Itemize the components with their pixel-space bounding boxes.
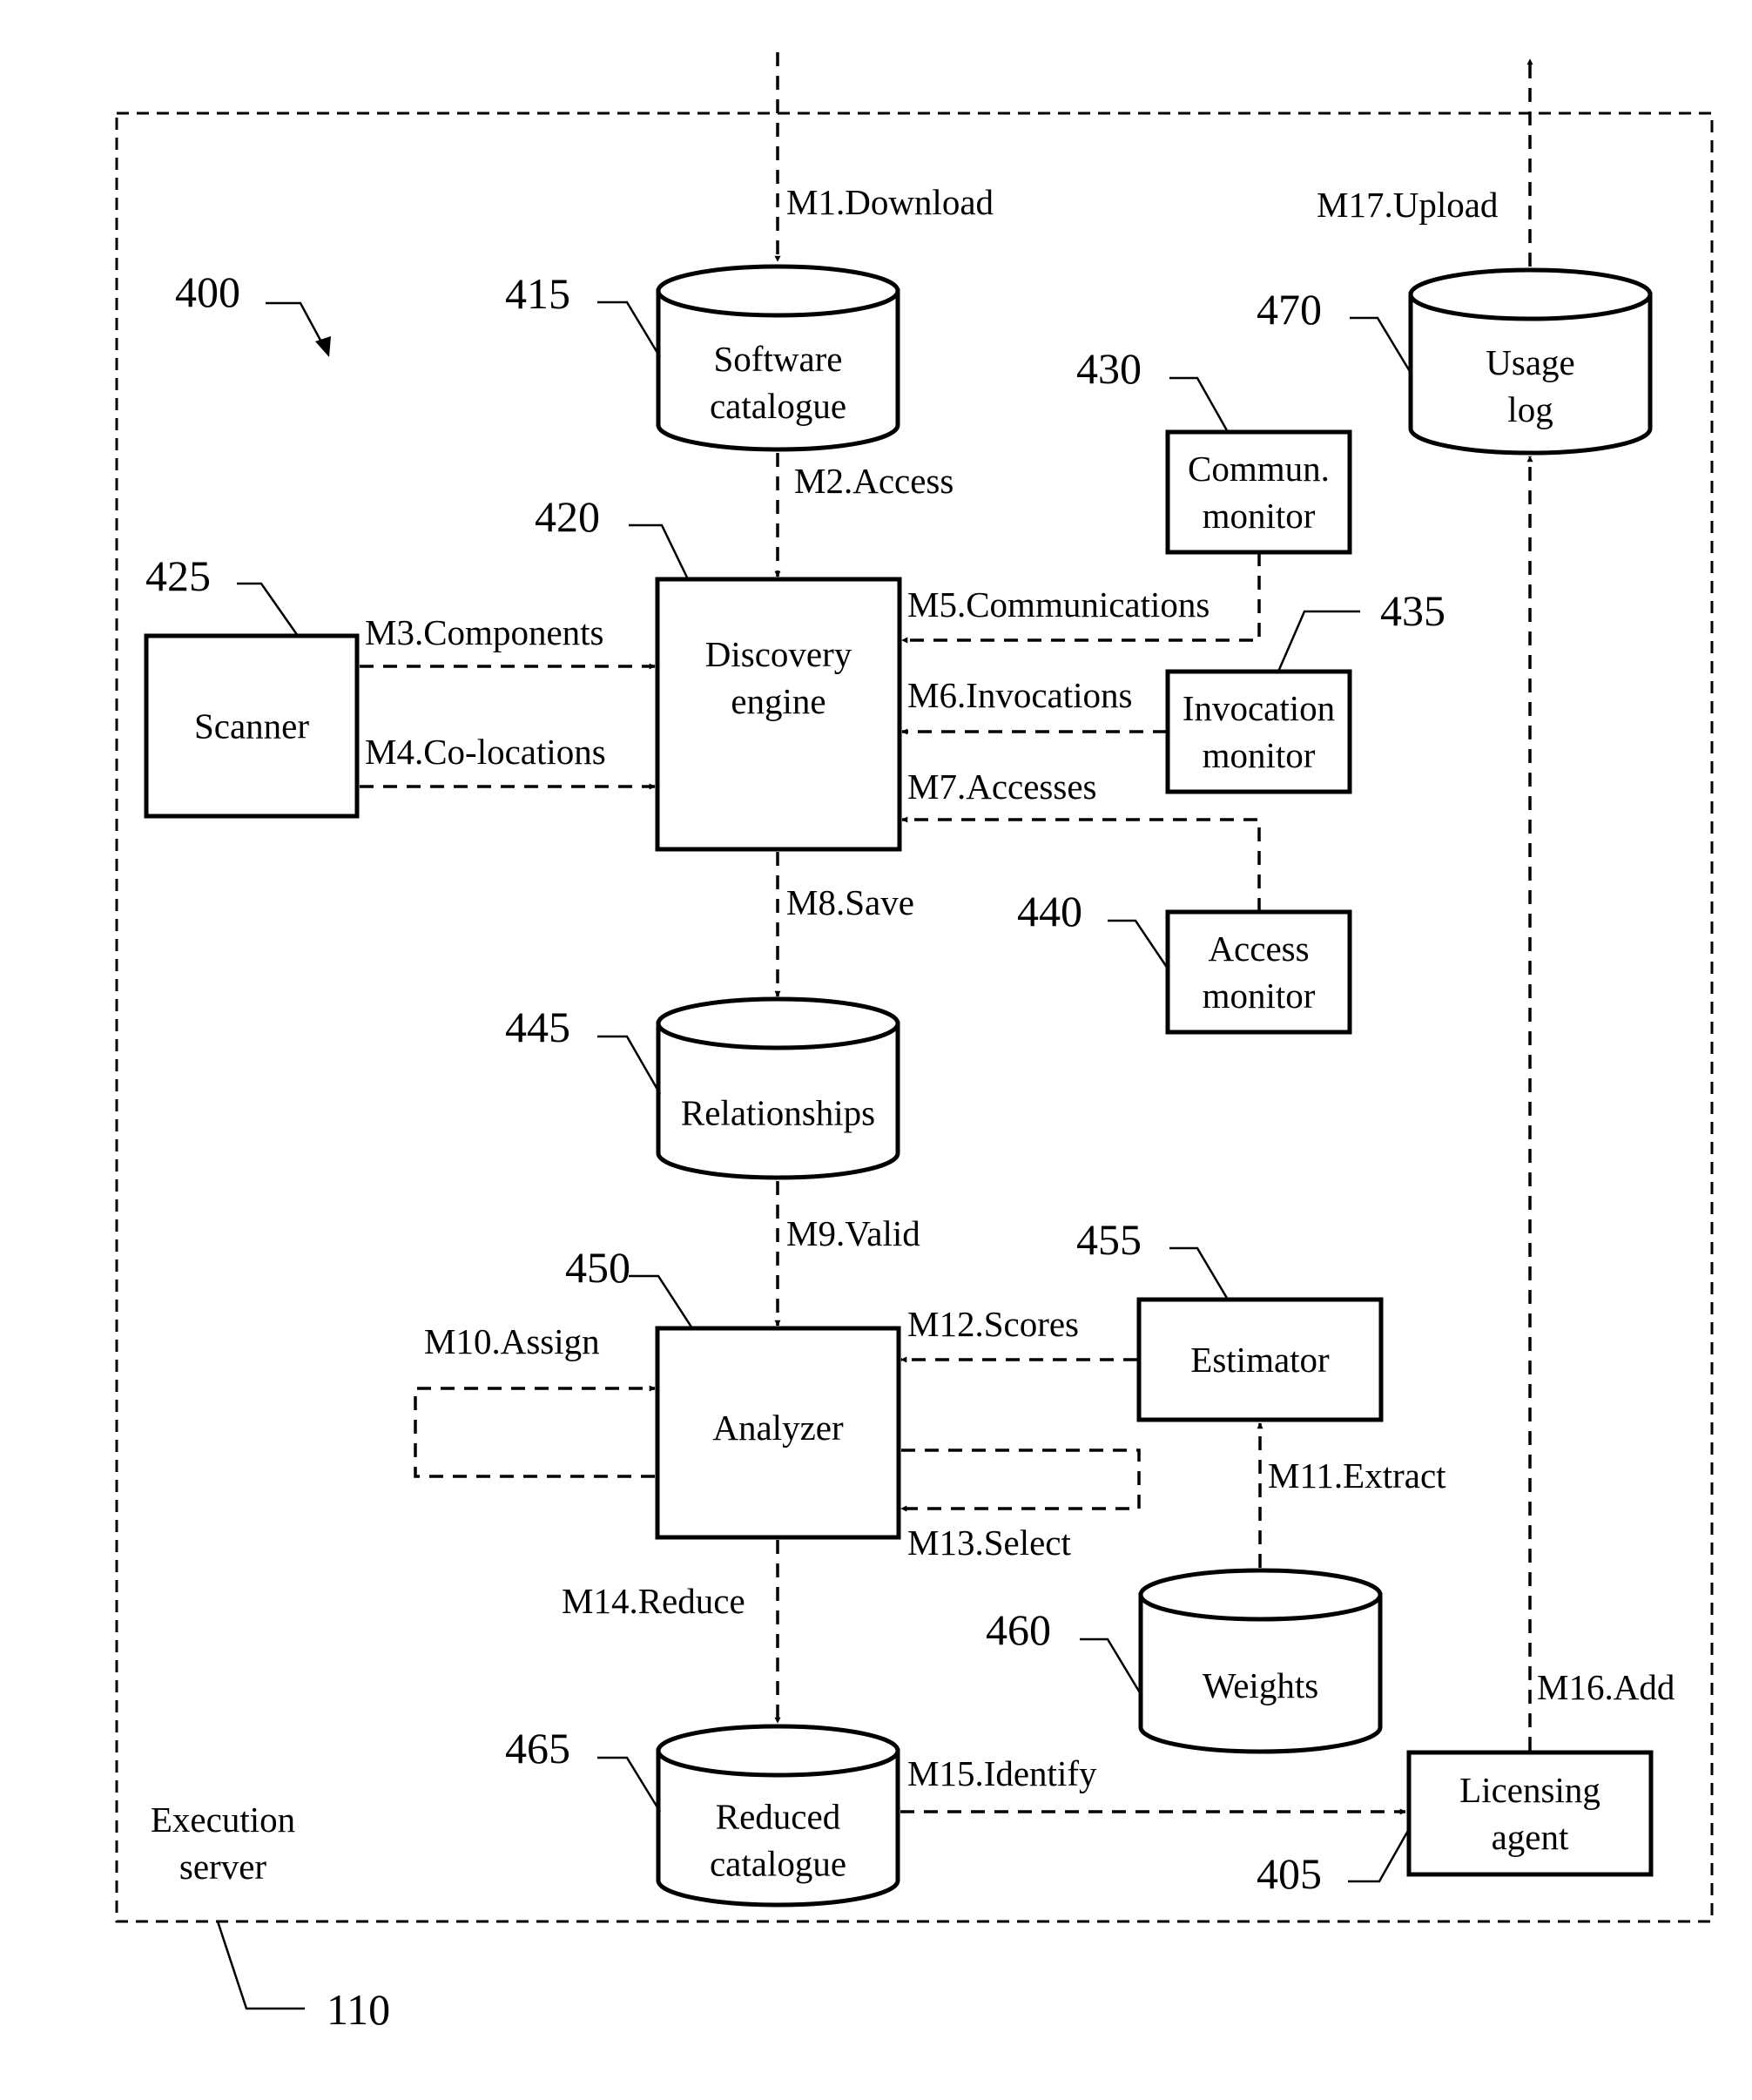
- msg-m5: M5.Communications: [907, 584, 1210, 625]
- msg-m2: M2.Access: [794, 461, 953, 501]
- node-analyzer: Analyzer 450: [565, 1243, 901, 1540]
- ref-400: 400: [175, 267, 240, 316]
- msg-m3: M3.Components: [365, 612, 604, 652]
- weights-label-line1: Weights: [1203, 1665, 1318, 1705]
- usage-log-label-line1: Usage: [1486, 342, 1574, 382]
- discovery-engine-label-line2: engine: [731, 681, 825, 721]
- node-discovery-engine: Discovery engine 420: [535, 492, 902, 852]
- usage-log-cylinder-top: [1408, 267, 1653, 321]
- commun-monitor-label-line1: Commun.: [1188, 449, 1330, 489]
- ref-415: 415: [505, 269, 570, 318]
- reduced-catalogue-cylinder-top: [656, 1724, 900, 1778]
- reduced-catalogue-label-line2: catalogue: [710, 1844, 846, 1884]
- ref-430-leader: [1169, 376, 1230, 433]
- ref-435-leader: [1277, 610, 1360, 672]
- node-reduced-catalogue: Reduced catalogue 465: [505, 1724, 900, 1908]
- execution-server-label-line1: Execution: [151, 1800, 295, 1840]
- ref-420-leader: [629, 523, 690, 580]
- discovery-engine-label-line1: Discovery: [705, 634, 852, 674]
- access-monitor-label-line2: monitor: [1203, 976, 1316, 1016]
- msg-m15: M15.Identify: [907, 1753, 1097, 1793]
- ref-460-leader: [1080, 1637, 1142, 1695]
- estimator-label-line1: Estimator: [1190, 1340, 1330, 1380]
- ref-415-leader: [597, 300, 662, 358]
- ref-450-leader: [629, 1274, 694, 1329]
- node-relationships: Relationships 445: [505, 996, 900, 1180]
- ref-465: 465: [505, 1724, 570, 1773]
- msg-m14: M14.Reduce: [562, 1581, 745, 1621]
- ref-460: 460: [986, 1605, 1051, 1654]
- msg-m6: M6.Invocations: [907, 675, 1133, 715]
- reduced-catalogue-label-line1: Reduced: [716, 1797, 840, 1837]
- software-catalogue-label-line1: Software: [713, 339, 842, 379]
- msg-m1: M1.Download: [786, 182, 994, 222]
- node-scanner: Scanner 425: [144, 551, 360, 819]
- ref-455: 455: [1076, 1215, 1142, 1264]
- weights-cylinder-top: [1138, 1568, 1383, 1622]
- ref-440-leader: [1108, 919, 1169, 969]
- ref-110: 110: [327, 1985, 390, 2034]
- ref-425-leader: [237, 582, 300, 637]
- node-weights: Weights 460: [986, 1568, 1383, 1754]
- ref-110-leader: [216, 1921, 305, 2010]
- licensing-agent-label-line2: agent: [1492, 1817, 1569, 1857]
- ref-400-arrowhead: [315, 336, 331, 357]
- msg-m17: M17.Upload: [1317, 185, 1498, 225]
- components: Software catalogue 415 Discovery engine 420 Sc…: [144, 264, 1654, 1908]
- licensing-agent-label-line1: Licensing: [1459, 1770, 1600, 1810]
- node-access-monitor: Access monitor 440: [1017, 887, 1352, 1035]
- msg-m12: M12.Scores: [907, 1304, 1079, 1344]
- ref-430: 430: [1076, 344, 1142, 393]
- invocation-monitor-label-line1: Invocation: [1183, 688, 1335, 728]
- execution-server-label-line2: server: [179, 1847, 267, 1887]
- ref-405-leader: [1348, 1828, 1411, 1883]
- ref-445-leader: [597, 1035, 662, 1095]
- software-catalogue-label-line2: catalogue: [710, 386, 846, 426]
- msg-m9: M9.Valid: [786, 1213, 920, 1253]
- ref-435: 435: [1380, 586, 1445, 635]
- node-commun-monitor: Commun. monitor 430: [1076, 344, 1352, 555]
- ref-420: 420: [535, 492, 600, 541]
- msg-m4: M4.Co-locations: [365, 732, 606, 772]
- msg-m13: M13.Select: [907, 1523, 1071, 1563]
- msg-m11: M11.Extract: [1268, 1455, 1446, 1496]
- scanner-label-line1: Scanner: [194, 706, 309, 746]
- access-monitor-label-line1: Access: [1208, 928, 1309, 969]
- msg-m10: M10.Assign: [424, 1321, 600, 1361]
- msg-m7: M7.Accesses: [907, 766, 1096, 807]
- software-catalogue-cylinder-top: [656, 264, 900, 318]
- ref-465-leader: [597, 1756, 662, 1813]
- ref-470: 470: [1257, 285, 1322, 334]
- ref-450: 450: [565, 1243, 630, 1292]
- ref-470-leader: [1350, 316, 1412, 374]
- flow-m13: [900, 1448, 1141, 1512]
- analyzer-label-line1: Analyzer: [712, 1408, 844, 1448]
- msg-m8: M8.Save: [786, 882, 914, 922]
- ref-405: 405: [1257, 1849, 1322, 1898]
- node-software-catalogue: Software catalogue 415: [505, 264, 900, 452]
- ref-445: 445: [505, 1003, 570, 1051]
- ref-455-leader: [1169, 1246, 1230, 1300]
- flow-m10: [414, 1385, 656, 1478]
- commun-monitor-label-line2: monitor: [1203, 496, 1316, 536]
- msg-m16: M16.Add: [1537, 1667, 1675, 1707]
- node-usage-log: Usage log 470: [1257, 267, 1653, 456]
- ref-440: 440: [1017, 887, 1082, 935]
- architecture-diagram: Execution server 110 400 Software catalog…: [115, 52, 1714, 2034]
- ref-425: 425: [145, 551, 211, 600]
- invocation-monitor-label-line2: monitor: [1203, 735, 1316, 775]
- ref-400-leader: [266, 301, 326, 348]
- node-licensing-agent: Licensing agent 405: [1257, 1750, 1654, 1898]
- relationships-label-line1: Relationships: [681, 1093, 875, 1133]
- node-estimator: Estimator 455: [1076, 1215, 1384, 1422]
- relationships-cylinder-top: [656, 996, 900, 1050]
- usage-log-label-line2: log: [1507, 389, 1553, 429]
